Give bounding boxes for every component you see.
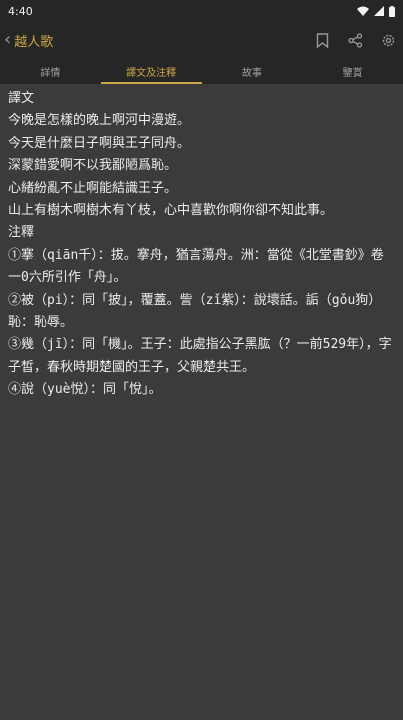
settings-button[interactable] xyxy=(377,29,399,51)
translation-line: 深蒙錯愛啊不以我鄙陋爲恥。 xyxy=(8,158,178,174)
tab-story[interactable]: 故事 xyxy=(202,58,303,84)
note-item: ②被（pi）：同「披」，覆蓋。訾（zǐ紫）：說壞話。詬（gǒu狗）恥：恥辱。 xyxy=(8,292,382,331)
settings-icon xyxy=(382,34,394,46)
chevron-left-icon: ‹ xyxy=(4,29,12,50)
tab-bar: 詳情 譯文及注釋 故事 鑒賞 xyxy=(0,58,403,84)
status-icons xyxy=(357,5,395,17)
note-item: ④說（yuè悅）：同「悅」。 xyxy=(8,382,162,398)
translation-heading: 譯文 xyxy=(8,91,35,106)
back-button[interactable]: ‹ 越人歌 xyxy=(4,31,53,50)
translation-line: 心緒紛亂不止啊能結識王子。 xyxy=(8,180,178,196)
status-time: 4:40 xyxy=(8,4,33,18)
tab-details[interactable]: 詳情 xyxy=(0,58,101,84)
note-item: ①搴（qiān千）：拔。搴舟，猶言蕩舟。洲：當從《北堂書鈔》卷一0六所引作「舟」… xyxy=(8,247,384,286)
translation-line: 今晚是怎樣的晚上啊河中漫遊。 xyxy=(8,113,191,129)
bookmark-button[interactable] xyxy=(311,29,333,51)
tab-translation-notes[interactable]: 譯文及注釋 xyxy=(100,58,202,84)
notes-heading: 注釋 xyxy=(8,225,35,241)
note-item: ③幾（jī）：同「機」。王子：此處指公子黑肱（？一前529年），字子皙，春秋時期… xyxy=(8,337,392,375)
article-content: 譯文 今晚是怎樣的晚上啊河中漫遊。 今天是什麼日子啊與王子同舟。 深蒙錯愛啊不以… xyxy=(0,84,403,402)
signal-icon xyxy=(374,6,384,16)
translation-line: 山上有樹木啊樹木有丫枝，心中喜歡你啊你卻不知此事。 xyxy=(8,203,334,219)
wifi-icon xyxy=(357,6,369,16)
status-bar: 4:40 xyxy=(0,0,403,22)
tab-appreciation[interactable]: 鑒賞 xyxy=(302,58,403,84)
translation-line: 今天是什麼日子啊與王子同舟。 xyxy=(8,135,191,151)
share-icon xyxy=(347,32,362,48)
bookmark-icon xyxy=(316,32,328,48)
app-toolbar: ‹ 越人歌 xyxy=(0,22,403,58)
share-button[interactable] xyxy=(344,29,366,51)
battery-icon xyxy=(389,5,395,17)
page-title: 越人歌 xyxy=(14,34,54,50)
